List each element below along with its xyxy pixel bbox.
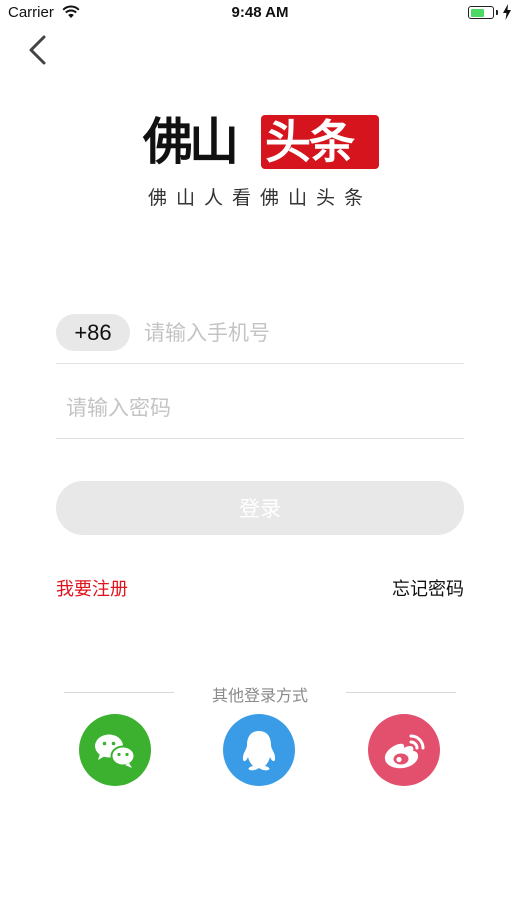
weibo-login-button[interactable] [368, 714, 440, 786]
app-logo: 佛山 头条 [143, 113, 379, 171]
status-time: 9:48 AM [231, 4, 289, 21]
divider-right [346, 692, 456, 693]
password-input[interactable] [66, 390, 456, 426]
status-bar: Carrier 9:48 AM [0, 0, 520, 28]
back-chevron-icon[interactable] [24, 33, 54, 67]
logo-red-block: 头条 [261, 115, 379, 169]
qq-login-button[interactable] [223, 714, 295, 786]
logo-text-black: 佛山 [143, 113, 239, 171]
weibo-icon [384, 734, 425, 769]
other-login-label: 其他登录方式 [211, 686, 308, 705]
password-row [56, 380, 464, 439]
slogan: 佛山人看佛山头条 [147, 187, 372, 209]
country-code-selector[interactable]: +86 [56, 314, 130, 351]
wechat-icon [95, 734, 136, 768]
divider-left [64, 692, 174, 693]
phone-row: +86 [56, 311, 464, 364]
battery-cap [496, 10, 498, 15]
charging-bolt-icon [503, 4, 511, 20]
forgot-password-link[interactable]: 忘记密码 [392, 575, 464, 601]
qq-icon [242, 731, 276, 771]
register-link[interactable]: 我要注册 [56, 575, 128, 601]
logo-text-white: 头条 [265, 115, 355, 169]
phone-input[interactable] [144, 315, 454, 351]
wechat-login-button[interactable] [79, 714, 151, 786]
login-button[interactable]: 登录 [56, 481, 464, 535]
battery-icon [468, 6, 494, 19]
